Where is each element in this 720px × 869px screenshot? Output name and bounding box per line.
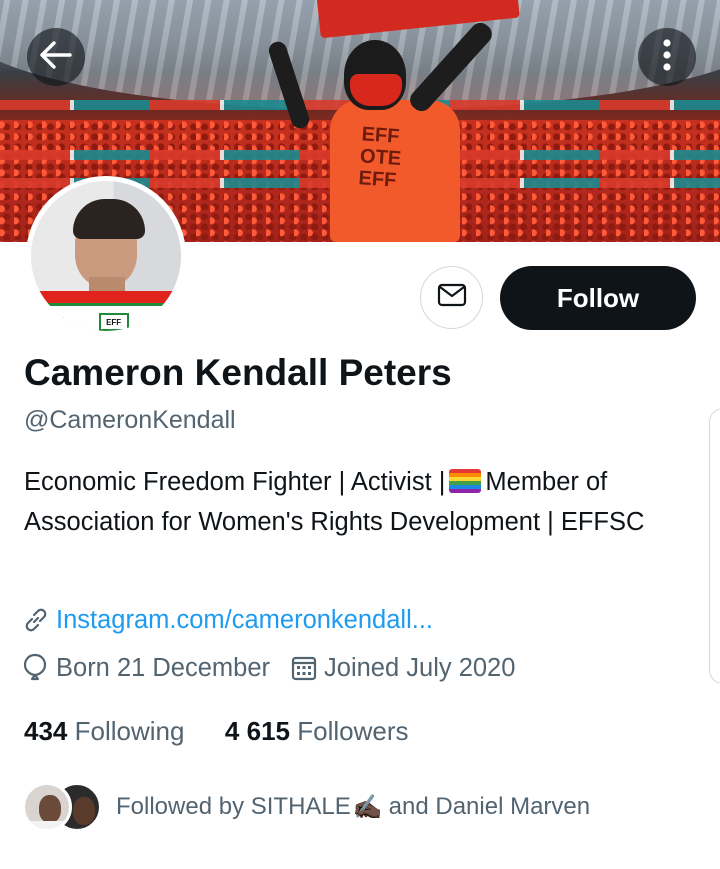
calendar-icon [290, 652, 324, 684]
followed-by-row[interactable]: Followed by SITHALE ✍🏿 and Daniel Marven [22, 780, 590, 834]
website-row[interactable]: Instagram.com/cameronkendall... [22, 604, 433, 636]
followed-by-prefix: Followed by SITHALE [116, 793, 351, 820]
dates-row: Born 21 December Joined July 2020 [22, 652, 515, 684]
message-button[interactable] [420, 266, 483, 329]
banner-person: EFF OTE EFF [330, 18, 496, 242]
bio-text: Economic Freedom Fighter | Activist | [24, 468, 446, 496]
writing-hand-emoji: ✍🏿 [352, 793, 383, 821]
joined-text: Joined July 2020 [324, 654, 516, 682]
badge-mark: ✕ [162, 315, 173, 329]
follower-avatar [22, 782, 72, 832]
followers-link[interactable]: 4 615 Followers [225, 716, 409, 746]
more-vertical-icon [662, 38, 672, 77]
mail-icon [437, 283, 467, 312]
followers-count: 4 615 [224, 716, 290, 746]
profile-handle: @CameronKendall [24, 406, 236, 434]
edge-panel-handle[interactable] [709, 408, 720, 684]
rainbow-flag-icon [449, 469, 482, 493]
more-options-button[interactable] [638, 28, 696, 86]
balloon-icon [22, 652, 56, 684]
followers-label: Followers [297, 716, 409, 746]
profile-bio: Economic Freedom Fighter | Activist | Mem… [24, 462, 700, 542]
follow-button[interactable]: Follow [500, 266, 696, 330]
following-link[interactable]: 434 Following [24, 716, 184, 746]
badge-box-text: EFF [106, 317, 122, 327]
followed-by-suffix: and Daniel Marven [388, 793, 591, 820]
profile-avatar[interactable]: TE EFF ✕ [26, 176, 186, 336]
link-icon [22, 604, 56, 636]
website-link[interactable]: Instagram.com/cameronkendall... [56, 604, 433, 636]
back-button[interactable] [27, 28, 85, 86]
shirt-text: EFF OTE EFF [357, 123, 402, 192]
following-count: 434 [24, 716, 68, 746]
badge-text: TE [49, 315, 65, 329]
vote-badge: TE EFF ✕ [49, 311, 173, 331]
profile-name: Cameron Kendall Peters [24, 352, 452, 393]
badge-box: EFF [98, 313, 129, 331]
follow-counts: 434 Following 4 615 Followers [24, 714, 408, 748]
birthday-text: Born 21 December [56, 654, 271, 682]
following-label: Following [74, 716, 185, 746]
arrow-left-icon [39, 40, 73, 75]
